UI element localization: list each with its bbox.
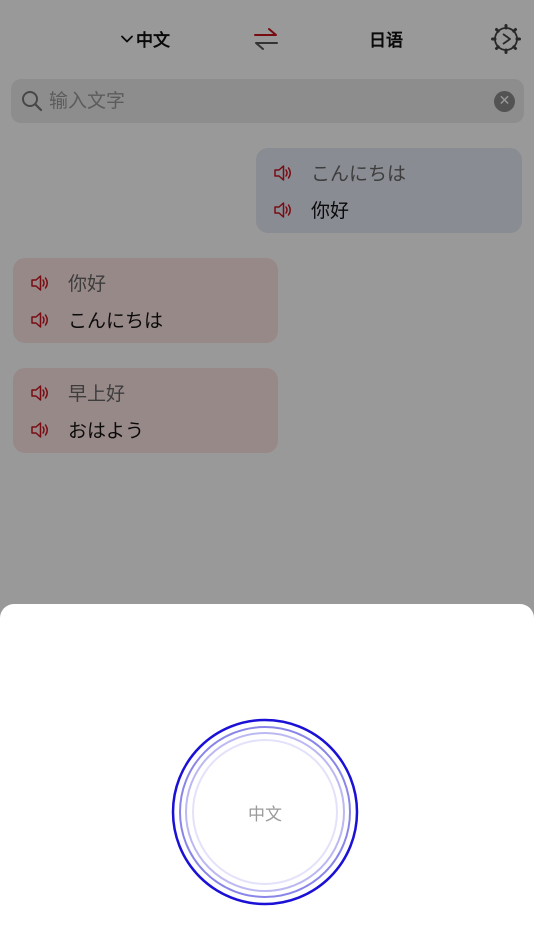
voice-record-button[interactable]: 中文 (171, 718, 359, 906)
translator-app: 中文 日语 输入文字 ✕ こんにちは 你好 你好 こんにちは 早上好 おはよう … (0, 0, 534, 950)
mic-language-label: 中文 (248, 804, 282, 825)
voice-input-sheet: 中文 (0, 604, 534, 950)
